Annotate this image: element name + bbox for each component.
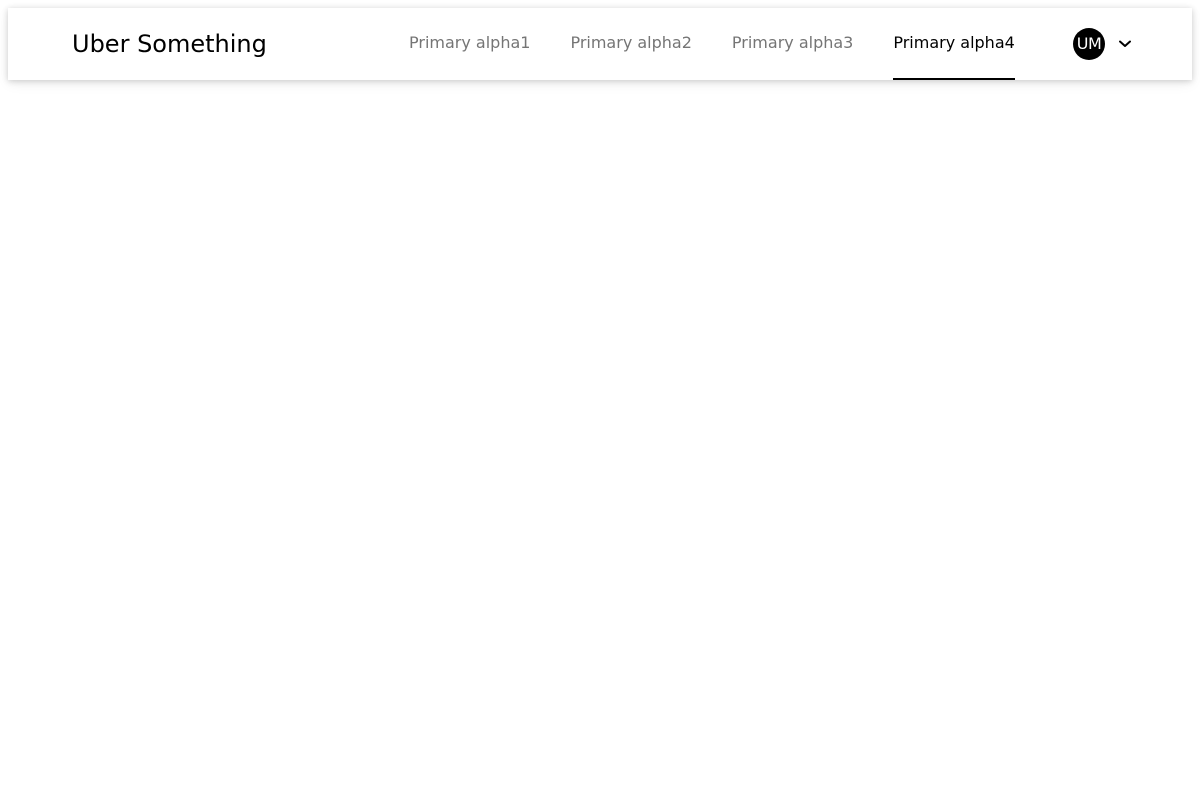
app-header: Uber Something Primary alpha1 Primary al…: [8, 8, 1192, 80]
avatar[interactable]: UM: [1073, 28, 1105, 60]
nav-item-primary-alpha2[interactable]: Primary alpha2: [570, 8, 691, 80]
app-title: Uber Something: [72, 30, 267, 58]
nav-item-primary-alpha4[interactable]: Primary alpha4: [893, 8, 1016, 80]
primary-nav: Primary alpha1 Primary alpha2 Primary al…: [389, 8, 1035, 80]
nav-item-primary-alpha1[interactable]: Primary alpha1: [409, 8, 530, 80]
nav-item-primary-alpha3[interactable]: Primary alpha3: [732, 8, 853, 80]
user-menu[interactable]: UM: [1073, 28, 1133, 60]
chevron-down-icon[interactable]: [1117, 36, 1133, 52]
